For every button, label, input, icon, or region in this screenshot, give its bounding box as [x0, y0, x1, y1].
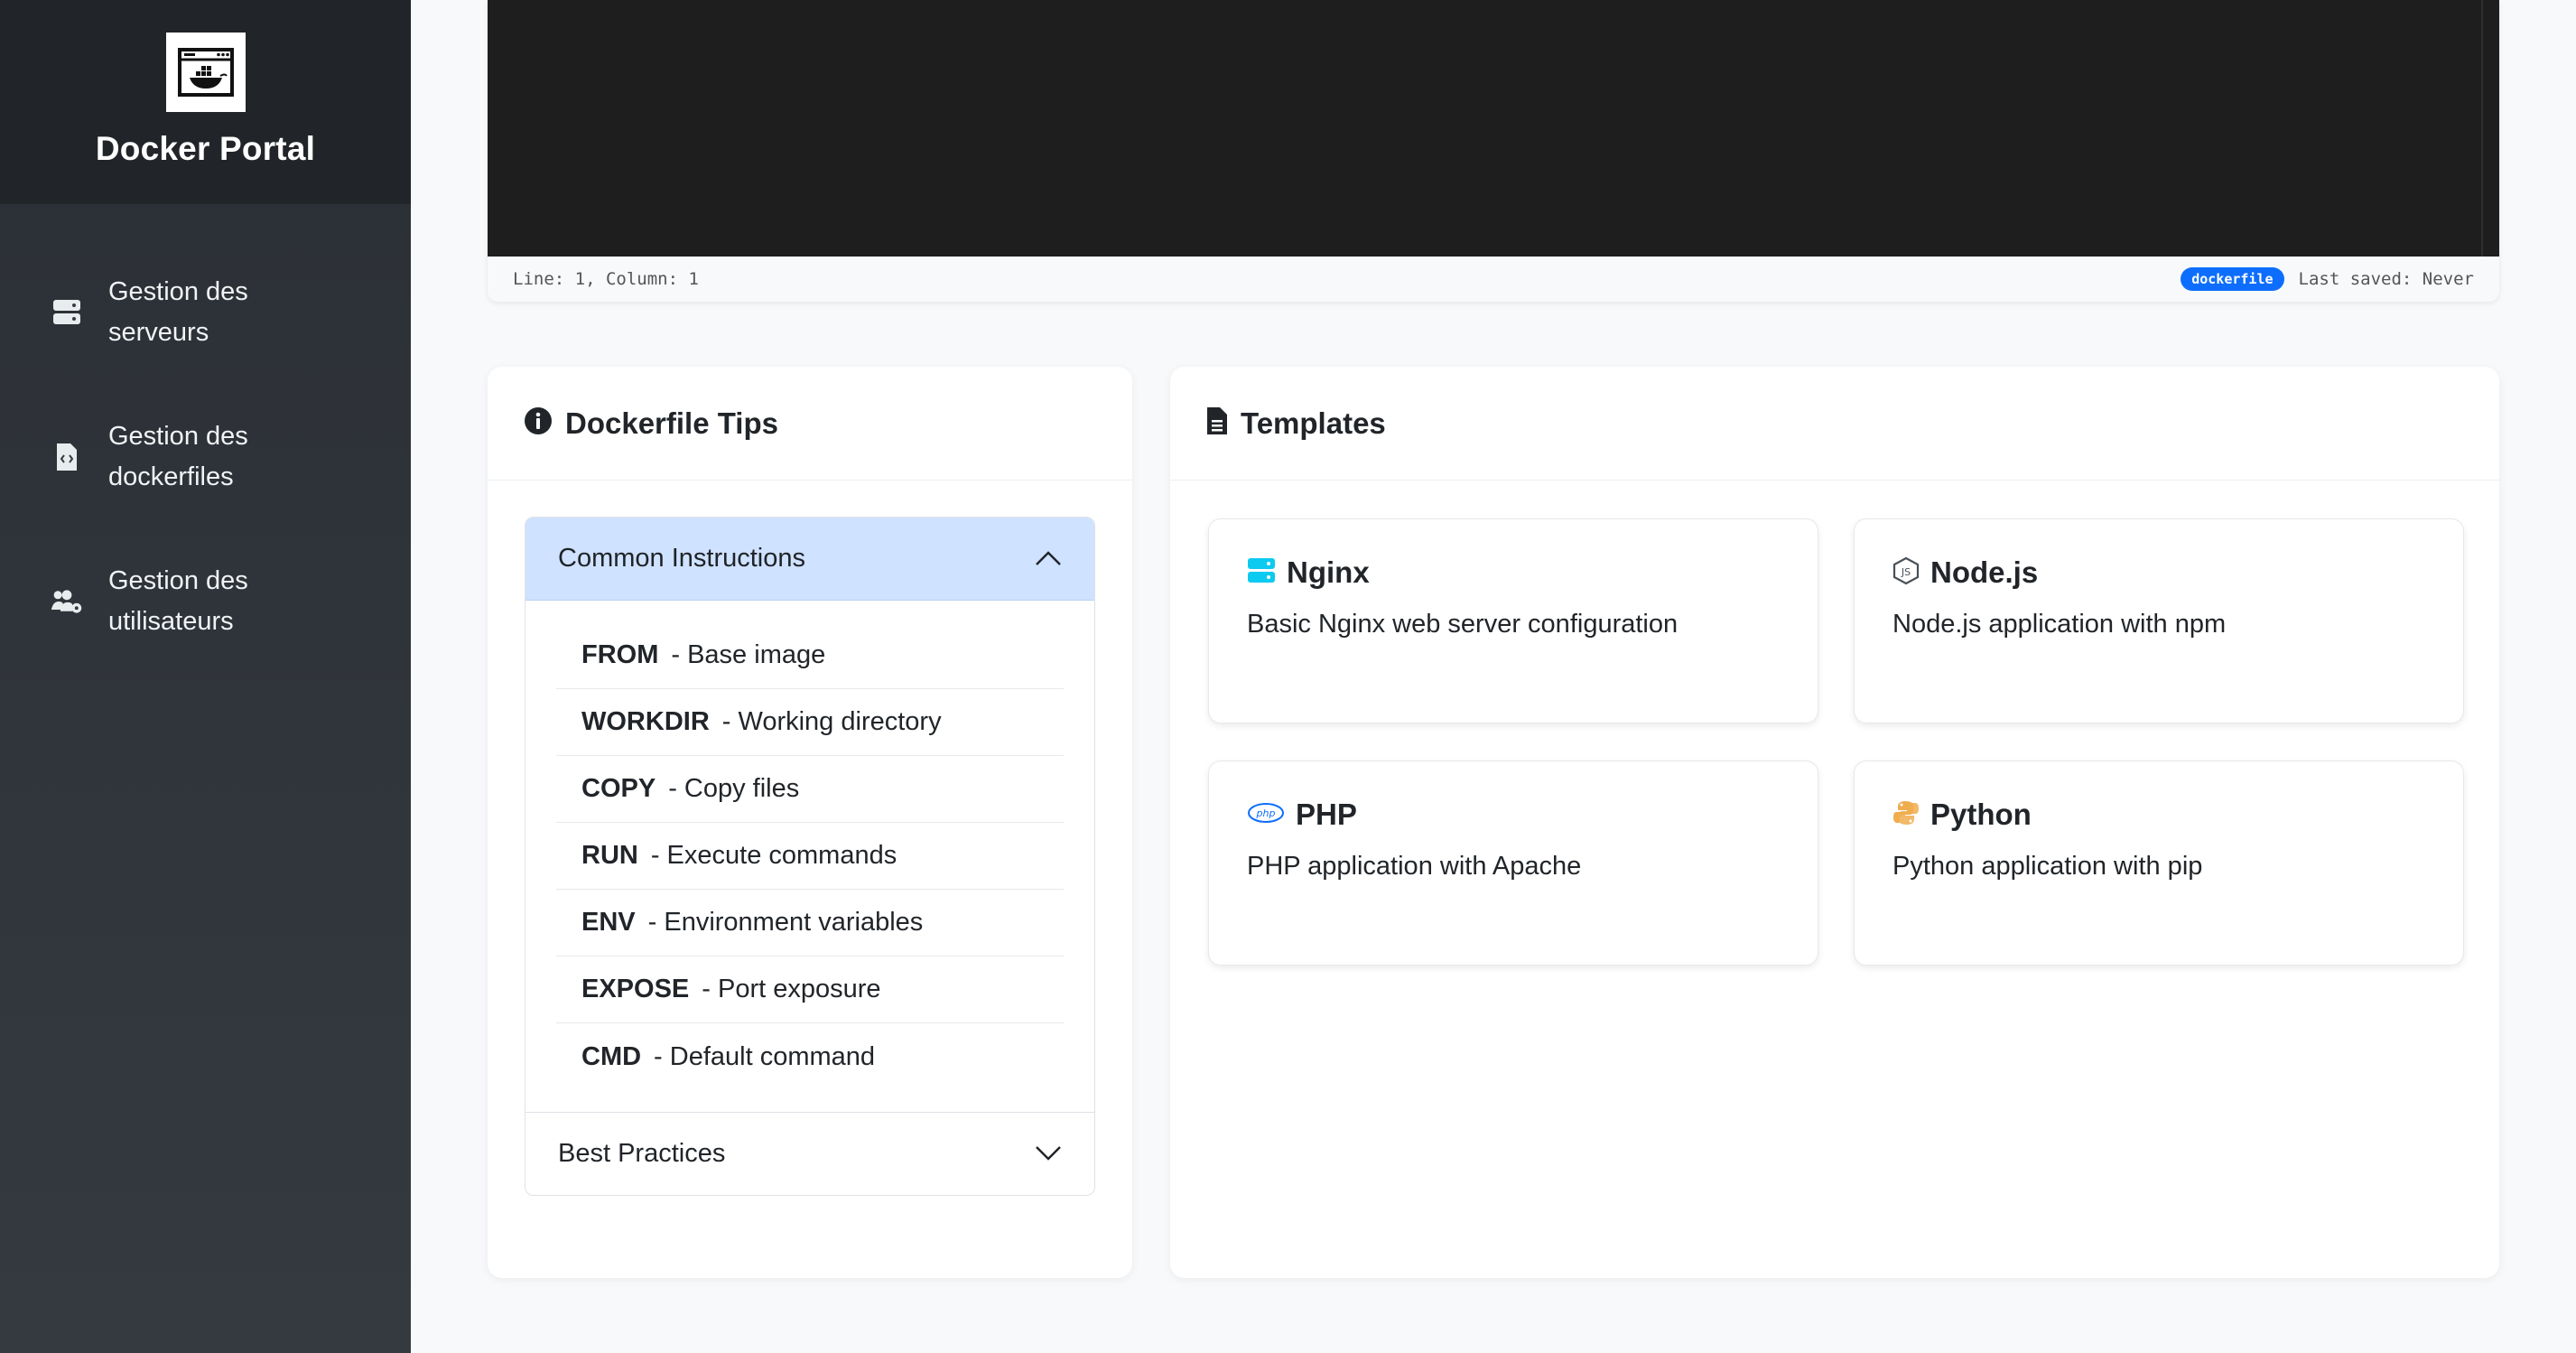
- chevron-up-icon: [1035, 544, 1062, 574]
- template-name: Node.js: [1930, 555, 2039, 589]
- accordion-best-practices[interactable]: Best Practices: [525, 1112, 1094, 1195]
- instruction-keyword: EXPOSE: [581, 975, 690, 1003]
- accordion-body: FROM - Base image WORKDIR - Working dire…: [525, 601, 1094, 1112]
- instruction-desc: - Base image: [671, 640, 826, 669]
- template-nginx[interactable]: Nginx Basic Nginx web server configurati…: [1208, 518, 1818, 723]
- instruction-desc: - Environment variables: [647, 908, 924, 937]
- instruction-keyword: FROM: [581, 640, 659, 669]
- editor-status-bar: Line: 1, Column: 1 dockerfile Last saved…: [488, 257, 2499, 302]
- template-name: Nginx: [1287, 555, 1370, 589]
- card-header: Dockerfile Tips: [488, 367, 1132, 481]
- code-editor[interactable]: [488, 0, 2499, 257]
- users-cog-icon: [51, 585, 83, 618]
- docker-logo-icon[interactable]: [165, 33, 246, 112]
- card-header: Templates: [1170, 367, 2499, 481]
- sidebar-nav: Gestion des serveurs Gestion des dockerf…: [0, 204, 411, 674]
- card-title: Templates: [1241, 406, 1386, 440]
- last-saved: Last saved: Never: [2298, 269, 2474, 289]
- template-php[interactable]: php PHP PHP application with Apache: [1208, 760, 1818, 966]
- list-item: FROM - Base image: [556, 622, 1064, 689]
- instruction-keyword: CMD: [581, 1041, 642, 1071]
- editor-scrollbar[interactable]: [2481, 0, 2483, 257]
- cursor-position: Line: 1, Column: 1: [513, 269, 699, 289]
- instruction-desc: - Copy files: [668, 774, 800, 803]
- accordion-title: Common Instructions: [558, 544, 805, 573]
- dockerfile-editor: Line: 1, Column: 1 dockerfile Last saved…: [488, 0, 2499, 302]
- template-desc: Python application with pip: [1892, 852, 2203, 881]
- instruction-desc: - Execute commands: [650, 841, 897, 870]
- server-icon: [1247, 557, 1276, 589]
- instruction-desc: - Working directory: [721, 707, 942, 736]
- template-desc: PHP application with Apache: [1247, 852, 1582, 881]
- sidebar-item-label: Gestion des utilisateurs: [108, 566, 248, 636]
- card-title: Dockerfile Tips: [565, 406, 778, 440]
- list-item: ENV - Environment variables: [556, 890, 1064, 956]
- file-icon: [1206, 406, 1228, 440]
- list-item: RUN - Execute commands: [556, 823, 1064, 890]
- template-python[interactable]: Python Python application with pip: [1854, 760, 2464, 966]
- templates-card: Templates Nginx Basic Nginx web server c…: [1170, 367, 2499, 1278]
- nodejs-icon: JS: [1892, 556, 1920, 590]
- info-circle-icon: [524, 406, 553, 440]
- accordion-title: Best Practices: [558, 1139, 726, 1168]
- chevron-down-icon: [1035, 1139, 1062, 1169]
- list-item: COPY - Copy files: [556, 756, 1064, 823]
- svg-text:JS: JS: [1901, 566, 1911, 578]
- php-icon: php: [1247, 801, 1285, 829]
- sidebar-item-utilisateurs[interactable]: Gestion des utilisateurs: [0, 529, 411, 674]
- instruction-desc: - Default command: [654, 1041, 876, 1071]
- accordion-common-instructions[interactable]: Common Instructions: [525, 518, 1094, 601]
- sidebar-item-dockerfiles[interactable]: Gestion des dockerfiles: [0, 385, 411, 529]
- python-icon: [1892, 799, 1920, 831]
- instruction-keyword: COPY: [581, 774, 656, 803]
- sidebar: Docker Portal Gestion des serveurs Gesti…: [0, 0, 411, 1353]
- server-icon: [51, 296, 83, 329]
- sidebar-item-serveurs[interactable]: Gestion des serveurs: [0, 240, 411, 385]
- sidebar-item-label: Gestion des dockerfiles: [108, 422, 248, 491]
- list-item: CMD - Default command: [556, 1023, 1064, 1090]
- tips-accordion: Common Instructions FROM - Base image WO…: [525, 517, 1095, 1196]
- template-desc: Node.js application with npm: [1892, 610, 2227, 639]
- instruction-keyword: RUN: [581, 841, 638, 870]
- language-badge: dockerfile: [2181, 267, 2284, 291]
- dockerfile-tips-card: Dockerfile Tips Common Instructions FROM…: [488, 367, 1132, 1278]
- template-desc: Basic Nginx web server configuration: [1247, 610, 1679, 639]
- instruction-keyword: ENV: [581, 908, 636, 937]
- template-name: PHP: [1296, 798, 1357, 831]
- app-title: Docker Portal: [95, 130, 316, 167]
- template-name: Python: [1930, 798, 2032, 831]
- list-item: WORKDIR - Working directory: [556, 689, 1064, 756]
- sidebar-item-label: Gestion des serveurs: [108, 277, 248, 347]
- instruction-keyword: WORKDIR: [581, 707, 710, 736]
- instruction-desc: - Port exposure: [702, 975, 881, 1003]
- brand: Docker Portal: [0, 0, 411, 204]
- file-code-icon: [51, 441, 83, 473]
- svg-text:php: php: [1256, 807, 1276, 819]
- list-item: EXPOSE - Port exposure: [556, 956, 1064, 1023]
- template-nodejs[interactable]: JS Node.js Node.js application with npm: [1854, 518, 2464, 723]
